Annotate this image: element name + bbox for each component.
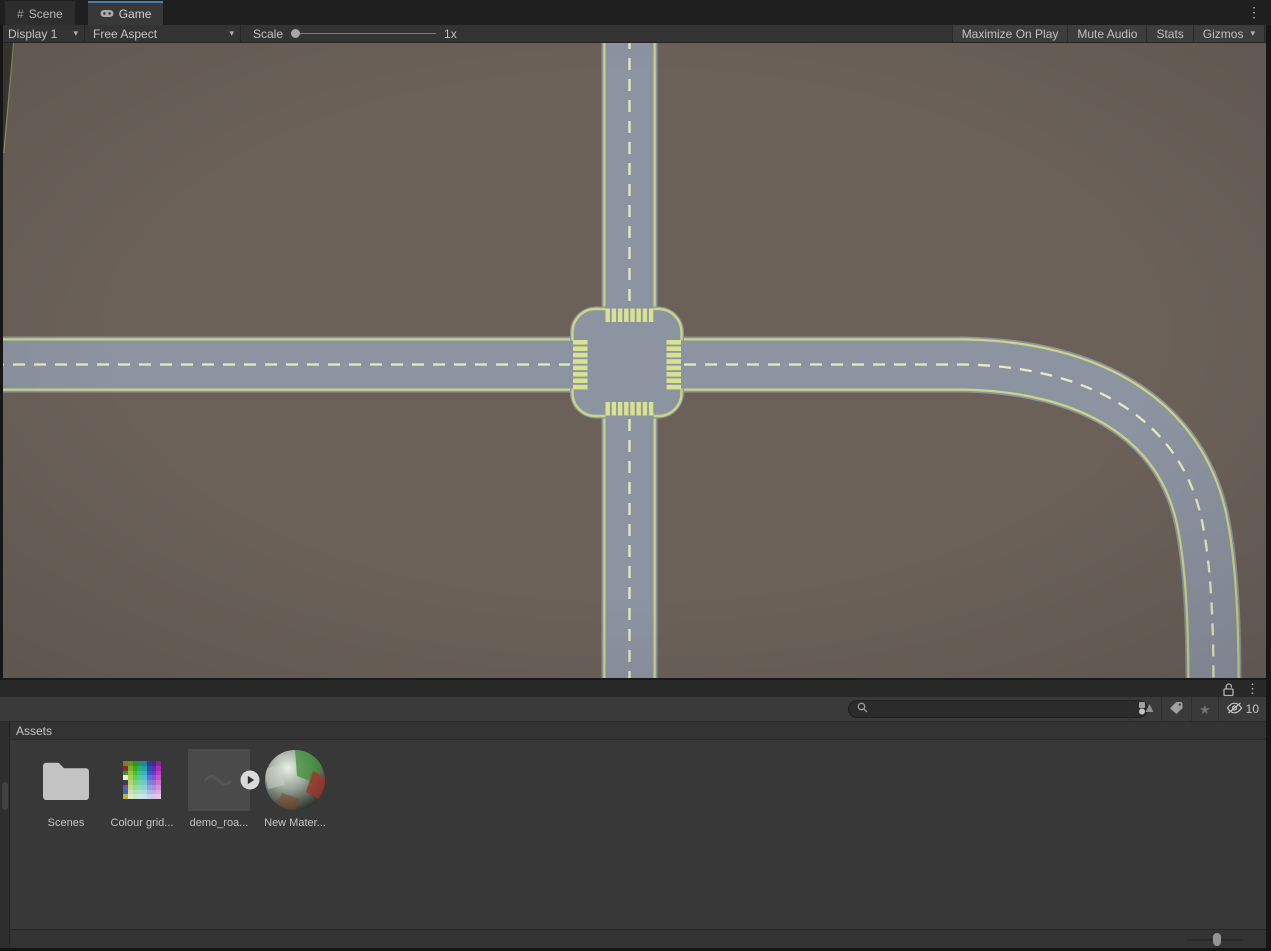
project-panel-kebab-menu-icon[interactable]: ⋮: [1246, 681, 1259, 697]
tab-game[interactable]: Game: [87, 1, 164, 25]
aspect-ratio-dropdown[interactable]: Free Aspect ▾: [85, 25, 240, 42]
scale-label: Scale: [253, 26, 284, 41]
stats-button[interactable]: Stats: [1146, 25, 1193, 42]
splitter-handle[interactable]: [2, 782, 8, 810]
filter-by-type-icon: [1137, 701, 1154, 718]
chevron-down-icon: ▾: [229, 28, 234, 38]
game-toolbar-left: Display 1 ▾ Free Aspect ▾ Scale 1x: [0, 24, 457, 43]
filter-by-type-button[interactable]: [1128, 697, 1161, 721]
rendered-scene: [0, 43, 1271, 678]
project-panel-strip: ⋮: [0, 678, 1271, 697]
colour-grid-texture-thumbnail: [123, 761, 161, 799]
asset-thumb: [29, 746, 103, 814]
material-sphere-thumbnail: [265, 750, 325, 810]
project-search-field[interactable]: [848, 700, 1148, 718]
maximize-on-play-label: Maximize On Play: [961, 26, 1059, 41]
asset-item-new-material[interactable]: New Mater...: [258, 746, 332, 829]
aspect-dropdown-label: Free Aspect: [93, 26, 158, 41]
game-view-toolbar: Display 1 ▾ Free Aspect ▾ Scale 1x Maxim…: [0, 24, 1271, 43]
scale-value: 1x: [444, 26, 457, 41]
unity-editor-window: # Scene Game ⋮ Display 1 ▾ Free Aspect ▾…: [0, 0, 1271, 951]
favorites-button[interactable]: ★: [1190, 697, 1218, 721]
display-dropdown-label: Display 1: [8, 26, 58, 41]
scene-grid-icon: #: [17, 7, 24, 21]
assets-breadcrumb-bar: Assets: [10, 722, 1271, 740]
maximize-on-play-button[interactable]: Maximize On Play: [951, 25, 1068, 42]
project-search-row: ★ 10: [0, 697, 1271, 722]
asset-label: Scenes: [47, 817, 85, 829]
asset-label: demo_roa...: [189, 817, 249, 829]
gizmos-dropdown-button[interactable]: Gizmos ▾: [1192, 25, 1265, 42]
hidden-items-toggle[interactable]: 10: [1217, 697, 1266, 721]
mute-audio-button[interactable]: Mute Audio: [1067, 25, 1147, 42]
gamepad-icon: [100, 8, 114, 20]
asset-thumb: [105, 746, 179, 814]
asset-thumb: [258, 746, 332, 814]
view-tab-bar: # Scene Game ⋮: [0, 0, 1271, 25]
asset-label: New Mater...: [264, 817, 326, 829]
folder-icon: [43, 762, 89, 800]
eye-slash-icon: [1226, 702, 1243, 717]
window-left-edge: [0, 25, 3, 678]
video-clip-thumbnail: [188, 749, 260, 811]
tag-label-icon: [1169, 701, 1184, 717]
window-right-edge: [1266, 25, 1271, 948]
thumbnail-size-slider-knob[interactable]: [1213, 933, 1221, 946]
tab-scene[interactable]: # Scene: [5, 1, 75, 25]
chevron-down-icon: ▾: [73, 28, 78, 38]
filter-by-label-button[interactable]: [1160, 697, 1191, 721]
asset-thumb: [182, 746, 260, 814]
asset-item-scenes[interactable]: Scenes: [29, 746, 103, 829]
play-badge-icon: [240, 770, 260, 790]
search-input[interactable]: [873, 703, 1139, 715]
asset-item-colour-grid[interactable]: Colour grid...: [105, 746, 179, 829]
hidden-count: 10: [1245, 702, 1259, 716]
chevron-down-icon: ▾: [1250, 28, 1255, 38]
game-toolbar-right: Maximize On Play Mute Audio Stats Gizmos…: [951, 25, 1265, 42]
search-filter-buttons: ★ 10: [1128, 697, 1266, 721]
tab-scene-label: Scene: [28, 7, 63, 21]
breadcrumb: Assets: [16, 723, 53, 738]
viewport-vignette: [0, 43, 1271, 678]
scale-slider-group: Scale 1x: [253, 27, 457, 41]
star-icon: ★: [1198, 701, 1211, 717]
project-left-splitter[interactable]: [0, 722, 10, 948]
game-viewport[interactable]: [0, 43, 1271, 678]
tab-game-label: Game: [118, 7, 152, 21]
assets-grid[interactable]: Scenes Colour grid... demo_roa... New Ma…: [10, 740, 1271, 929]
asset-label: Colour grid...: [110, 817, 174, 829]
project-status-bar: [10, 929, 1271, 948]
toolbar-separator: [240, 24, 241, 43]
asset-item-demo-road[interactable]: demo_roa...: [182, 746, 260, 829]
tabbar-kebab-menu-icon[interactable]: ⋮: [1247, 4, 1261, 20]
scale-slider-knob[interactable]: [291, 29, 301, 38]
gizmos-label: Gizmos: [1202, 26, 1244, 41]
scale-slider-track[interactable]: [300, 33, 437, 34]
display-dropdown[interactable]: Display 1 ▾: [0, 25, 84, 42]
stats-label: Stats: [1156, 26, 1184, 41]
search-icon: [857, 702, 868, 716]
mute-audio-label: Mute Audio: [1077, 26, 1138, 41]
